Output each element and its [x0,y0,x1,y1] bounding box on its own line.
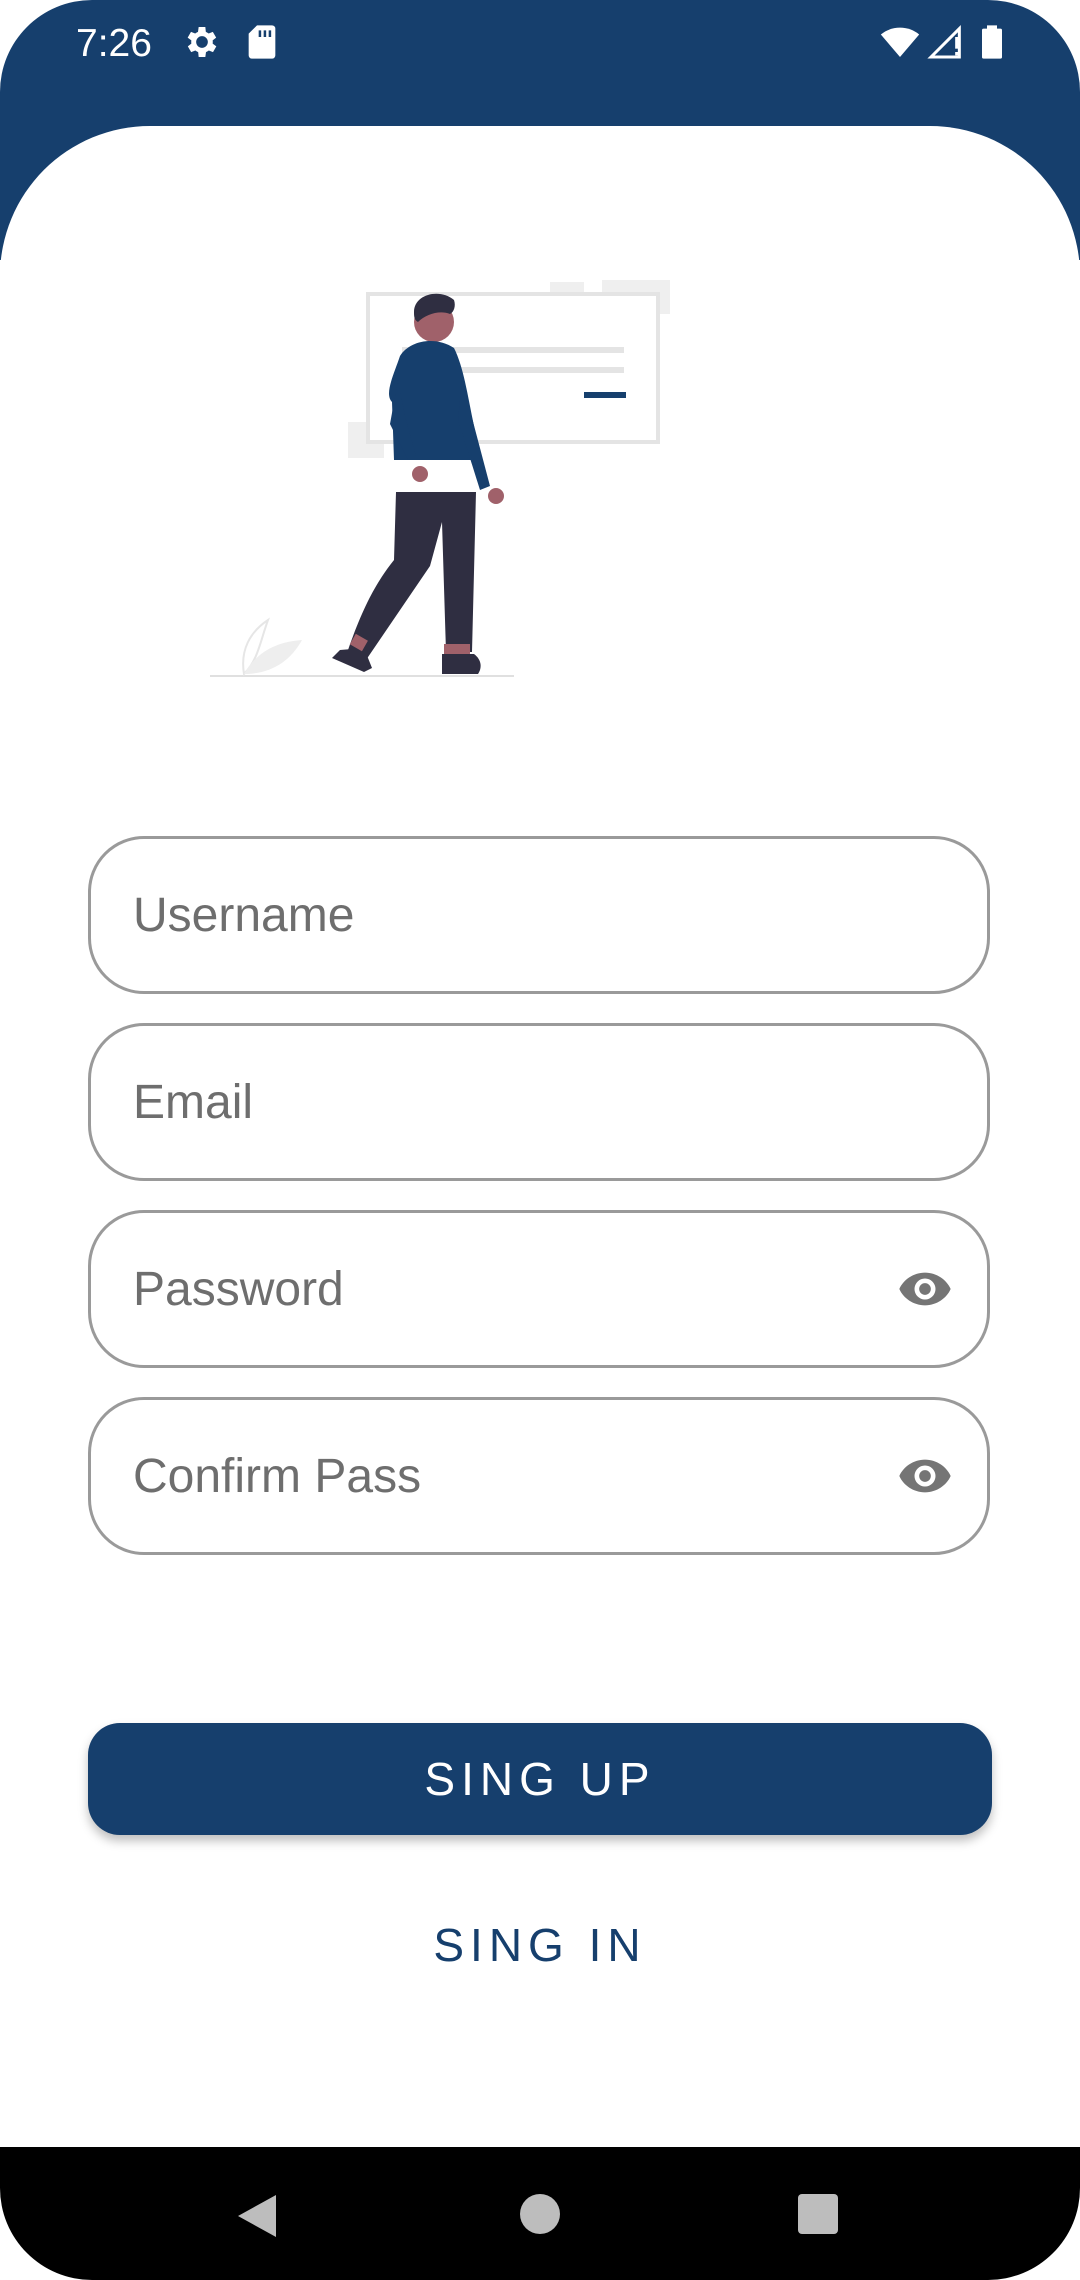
sign-in-button[interactable]: SING IN [340,1900,740,1990]
home-icon[interactable] [520,2194,560,2234]
sign-up-screen: 7:26 Username Email SING UP SING IN [0,0,1080,2280]
back-icon[interactable] [236,2193,278,2239]
status-time: 7:26 [76,22,152,65]
email-input[interactable] [133,1026,893,1178]
username-field[interactable] [88,836,990,994]
email-field[interactable] [88,1023,990,1181]
username-input[interactable] [133,839,893,991]
password-input[interactable] [133,1213,893,1365]
status-bar: 7:26 [0,0,1080,90]
signal-icon [927,25,961,59]
recents-icon[interactable] [798,2194,838,2234]
confirm-password-input[interactable] [133,1400,893,1552]
eye-icon[interactable] [893,1261,957,1317]
sd-card-icon [248,25,276,59]
battery-icon [982,25,1002,59]
wifi-icon [880,27,920,57]
password-field[interactable] [88,1210,990,1368]
eye-icon[interactable] [893,1448,957,1504]
signup-illustration [210,280,670,677]
settings-icon [187,27,217,57]
confirm-password-field[interactable] [88,1397,990,1555]
sign-up-button[interactable]: SING UP [88,1723,992,1835]
navigation-bar [0,2147,1080,2280]
